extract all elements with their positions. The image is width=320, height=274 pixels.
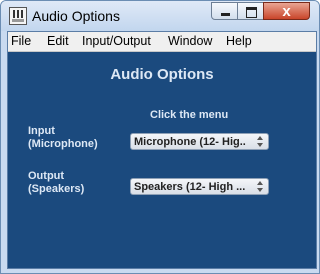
input-device-value: Microphone (12- Hig... [134,136,246,148]
title-bar[interactable]: Audio Options x [1,1,319,31]
spinner-arrows-icon [256,181,265,192]
output-label-line1: Output [28,170,65,182]
input-label: Input (Microphone) [28,125,98,151]
minimize-icon [221,13,230,16]
app-window: Audio Options x File Edit Input/Output W… [0,0,320,274]
window-title: Audio Options [32,8,120,24]
menu-help[interactable]: Help [226,34,252,48]
spinner-arrows-icon [256,136,265,147]
maximize-button[interactable] [237,2,264,20]
output-device-value: Speakers (12- High ... [134,181,246,193]
input-label-line1: Input [28,125,55,137]
menu-file[interactable]: File [11,34,31,48]
close-button[interactable]: x [263,2,310,20]
output-device-select[interactable]: Speakers (12- High ... [130,178,269,195]
maximize-icon [246,7,257,18]
content-panel: File Edit Input/Output Window Help Audio… [7,31,317,269]
close-icon: x [282,3,291,20]
menu-bar: File Edit Input/Output Window Help [8,32,316,52]
input-label-line2: (Microphone) [28,138,98,150]
page-heading: Audio Options [110,66,214,83]
input-device-select[interactable]: Microphone (12- Hig... [130,133,269,150]
output-label: Output (Speakers) [28,170,84,196]
output-label-line2: (Speakers) [28,183,85,195]
audio-app-icon[interactable] [9,7,27,25]
menu-input-output[interactable]: Input/Output [82,34,151,48]
menu-window[interactable]: Window [168,34,212,48]
minimize-button[interactable] [211,2,238,20]
menu-hint: Click the menu [150,109,229,121]
menu-edit[interactable]: Edit [47,34,69,48]
